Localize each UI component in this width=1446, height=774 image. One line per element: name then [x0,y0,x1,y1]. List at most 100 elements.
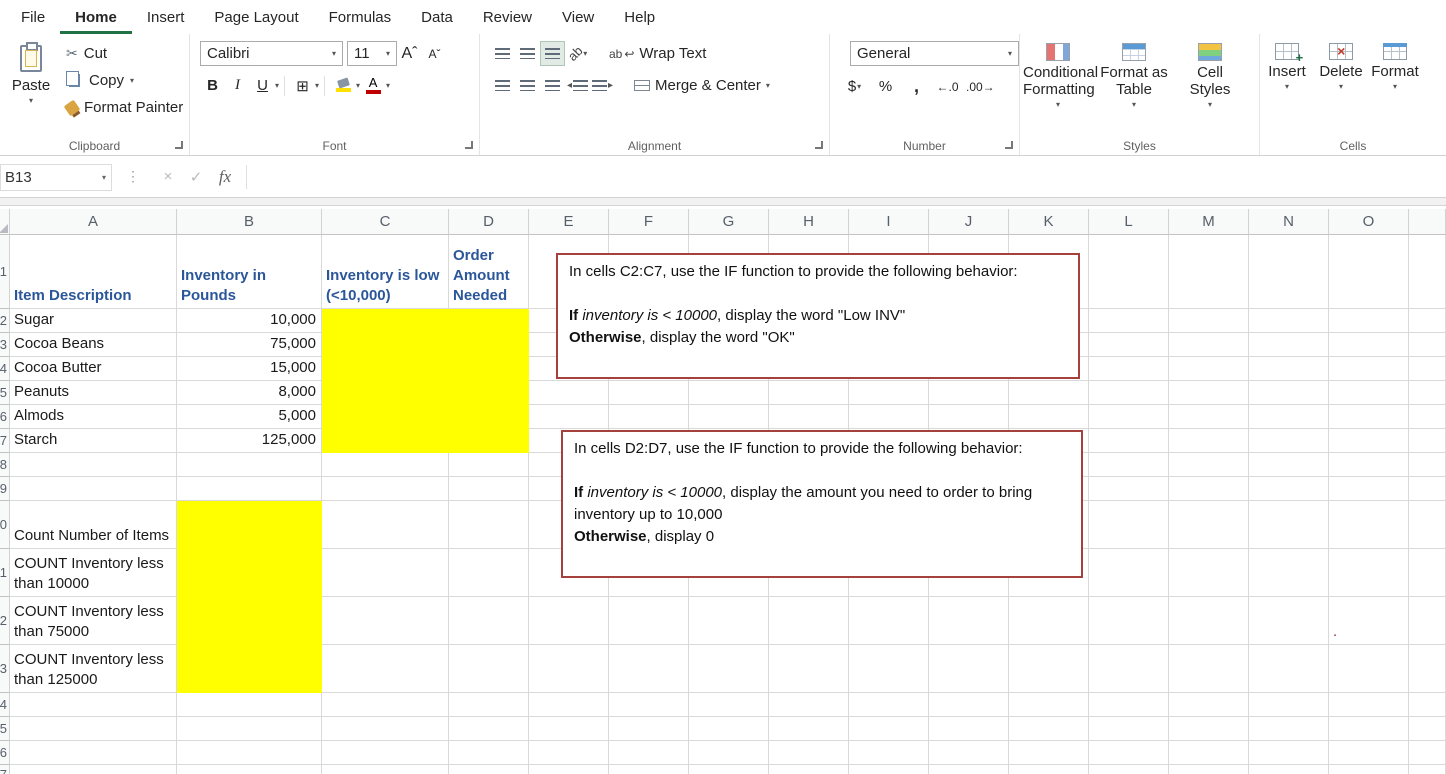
align-center-button[interactable] [515,73,540,98]
cell[interactable] [1329,357,1409,381]
cell[interactable] [1249,309,1329,333]
cell[interactable] [177,597,322,645]
cell[interactable] [177,501,322,549]
cell[interactable] [1249,235,1329,309]
tab-view[interactable]: View [547,0,609,34]
cell[interactable] [769,405,849,429]
cell[interactable] [1409,549,1446,597]
increase-decimal-button[interactable]: ←.0 [935,74,960,99]
cell[interactable] [322,309,449,333]
cell[interactable] [929,717,1009,741]
cell[interactable] [1169,429,1249,453]
cell[interactable] [1409,693,1446,717]
cell[interactable] [689,741,769,765]
cell[interactable] [1249,453,1329,477]
cell[interactable] [322,741,449,765]
cell[interactable] [449,741,529,765]
cell[interactable] [1249,693,1329,717]
column-header-I[interactable]: I [849,209,929,235]
number-dialog-launcher-icon[interactable] [1005,141,1013,149]
cell[interactable] [1249,597,1329,645]
clipboard-dialog-launcher-icon[interactable] [175,141,183,149]
cell[interactable] [1329,765,1409,774]
cell[interactable] [1409,477,1446,501]
cell[interactable] [1169,453,1249,477]
row-header-5[interactable]: 5 [0,381,10,405]
tab-help[interactable]: Help [609,0,670,34]
font-name-select[interactable]: Calibri ▾ [200,41,343,66]
cell-A3[interactable]: Cocoa Beans [10,333,177,357]
cell[interactable] [449,429,529,453]
cell[interactable] [322,693,449,717]
cell[interactable] [1249,405,1329,429]
cell[interactable] [1089,381,1169,405]
cell[interactable] [10,717,177,741]
cell[interactable] [10,453,177,477]
cell[interactable] [1249,645,1329,693]
tab-file[interactable]: File [6,0,60,34]
cell-B4[interactable]: 15,000 [177,357,322,381]
cell[interactable] [1329,741,1409,765]
cell[interactable] [609,717,689,741]
cell[interactable] [1409,309,1446,333]
cell[interactable] [449,717,529,741]
chevron-down-icon[interactable]: ▾ [315,81,319,90]
cell[interactable] [1249,741,1329,765]
cell-B2[interactable]: 10,000 [177,309,322,333]
row-header-15[interactable]: 15 [0,717,10,741]
cell-B1[interactable]: Inventory in Pounds [177,235,322,309]
cell[interactable] [1169,549,1249,597]
name-box[interactable]: B13 ▾ [0,163,112,191]
borders-button[interactable]: ⊞ [290,73,315,98]
column-header-M[interactable]: M [1169,209,1249,235]
decrease-font-size-button[interactable]: Aˇ [422,41,447,66]
cell[interactable] [10,741,177,765]
cell[interactable] [1329,405,1409,429]
bold-button[interactable]: B [200,73,225,98]
column-header-partial[interactable] [1409,209,1446,235]
row-header-11[interactable]: 11 [0,549,10,597]
cell[interactable] [322,357,449,381]
enter-icon[interactable]: ✓ [182,168,210,186]
cell[interactable] [449,693,529,717]
cell[interactable] [1409,405,1446,429]
cell[interactable] [1089,405,1169,429]
row-header-6[interactable]: 6 [0,405,10,429]
chevron-down-icon[interactable]: ▾ [386,81,390,90]
cut-button[interactable]: ✂ Cut [62,40,187,67]
row-header-9[interactable]: 9 [0,477,10,501]
cell[interactable] [177,717,322,741]
cell[interactable] [609,693,689,717]
row-header-16[interactable]: 16 [0,741,10,765]
cell[interactable] [1329,381,1409,405]
cell[interactable] [1409,333,1446,357]
cell[interactable] [769,645,849,693]
align-top-button[interactable] [490,41,515,66]
row-header-3[interactable]: 3 [0,333,10,357]
font-dialog-launcher-icon[interactable] [465,141,473,149]
cell[interactable] [449,357,529,381]
cell[interactable] [1329,453,1409,477]
cell[interactable] [849,717,929,741]
formula-input[interactable] [253,163,1446,190]
row-header-4[interactable]: 4 [0,357,10,381]
cell[interactable] [1329,333,1409,357]
comma-style-button[interactable]: , [904,74,929,99]
decrease-indent-button[interactable]: ◂ [565,73,590,98]
cell[interactable] [529,381,609,405]
tab-insert[interactable]: Insert [132,0,200,34]
cell[interactable] [689,597,769,645]
cell[interactable] [1329,717,1409,741]
column-header-L[interactable]: L [1089,209,1169,235]
orientation-button[interactable]: ab ▾ [565,41,590,66]
row-header-13[interactable]: 13 [0,645,10,693]
instruction-box-d2d7[interactable]: In cells D2:D7, use the IF function to p… [561,430,1083,578]
cell[interactable] [929,765,1009,774]
cell[interactable] [177,693,322,717]
cell[interactable] [1169,597,1249,645]
instruction-box-c2c7[interactable]: In cells C2:C7, use the IF function to p… [556,253,1080,379]
row-header-12[interactable]: 12 [0,597,10,645]
cell[interactable] [1329,309,1409,333]
cell[interactable] [689,381,769,405]
row-header-7[interactable]: 7 [0,429,10,453]
